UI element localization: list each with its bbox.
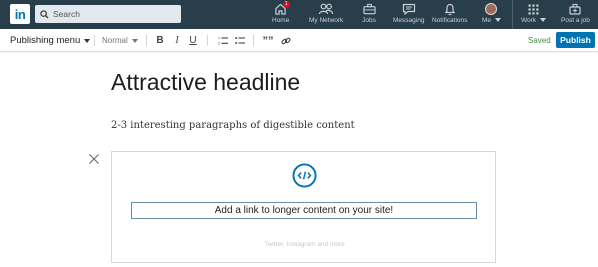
chevron-down-icon (494, 18, 501, 23)
nav-item-messaging[interactable]: Messaging (393, 2, 424, 28)
toolbar-divider (94, 35, 95, 46)
nav-item-work[interactable]: Work (521, 2, 546, 28)
me-label: Me (482, 17, 492, 24)
underline-button[interactable]: U (187, 29, 199, 52)
nav-divider (512, 0, 513, 29)
link-icon (281, 37, 291, 44)
toolbar-divider (207, 35, 208, 46)
embed-block: Twitter, Instagram and more (111, 151, 496, 263)
work-label: Work (521, 17, 537, 24)
linkedin-logo[interactable]: in (10, 4, 30, 24)
italic-button[interactable]: I (171, 29, 183, 52)
quote-button[interactable]: ”” (262, 29, 274, 52)
nav-item-label: Work (521, 17, 546, 25)
post-job-icon (569, 3, 582, 15)
svg-text:2: 2 (218, 42, 220, 46)
avatar (485, 3, 498, 15)
bullet-list-button[interactable] (235, 29, 245, 52)
nav-item-label: Messaging (393, 17, 425, 24)
chevron-down-icon (131, 38, 138, 43)
my-network-icon (319, 3, 334, 15)
toolbar-divider (146, 35, 147, 46)
embed-hint-text: Twitter, Instagram and more (264, 241, 345, 248)
search-box[interactable] (35, 5, 181, 23)
close-icon[interactable] (88, 153, 100, 165)
article-headline[interactable]: Attractive headline (111, 69, 300, 96)
publishing-menu-label: Publishing menu (10, 35, 81, 46)
paragraph-style-label: Normal (102, 36, 128, 45)
nav-item-label: Notifications (432, 17, 468, 24)
grid-icon (528, 4, 539, 14)
nav-item-home[interactable]: 1 Home (272, 1, 290, 28)
chevron-down-icon (539, 18, 546, 23)
nav-item-post-a-job[interactable]: Post a job (561, 2, 590, 28)
nav-item-label: Me (482, 17, 501, 25)
numbered-list-icon: 1 2 (218, 36, 228, 45)
embed-link-input[interactable] (131, 202, 477, 219)
publishing-menu-dropdown[interactable]: Publishing menu (10, 29, 91, 52)
nav-item-jobs[interactable]: Jobs (361, 2, 377, 28)
numbered-list-button[interactable]: 1 2 (218, 29, 228, 52)
messaging-icon (402, 3, 415, 15)
search-input[interactable] (53, 9, 173, 19)
article-body-text[interactable]: 2-3 interesting paragraphs of digestible… (111, 120, 355, 131)
bold-button[interactable]: B (154, 29, 166, 52)
svg-text:1: 1 (218, 36, 220, 40)
nav-item-label: My Network (309, 17, 344, 24)
notification-badge: 1 (282, 1, 290, 8)
jobs-icon (362, 3, 376, 15)
notifications-icon (444, 3, 455, 15)
nav-item-me[interactable]: Me (482, 2, 501, 28)
search-icon (40, 9, 49, 19)
nav-item-notifications[interactable]: Notifications (432, 2, 467, 28)
save-status: Saved (528, 36, 551, 45)
link-button[interactable] (281, 29, 291, 52)
editor-toolbar: Publishing menu Normal B I U 1 2 ”” Save (0, 29, 598, 52)
paragraph-style-select[interactable]: Normal (102, 29, 138, 52)
nav-item-label: Post a job (561, 17, 590, 24)
top-nav-bar: in 1 Home My Network (0, 0, 598, 29)
nav-item-my-network[interactable]: My Network (309, 2, 343, 28)
nav-item-label: Home (272, 17, 290, 24)
publish-button[interactable]: Publish (556, 32, 595, 48)
chevron-down-icon (84, 38, 91, 43)
nav-item-label: Jobs (362, 17, 376, 24)
bullet-list-icon (235, 37, 245, 44)
code-embed-icon (292, 163, 317, 188)
toolbar-divider (253, 35, 254, 46)
